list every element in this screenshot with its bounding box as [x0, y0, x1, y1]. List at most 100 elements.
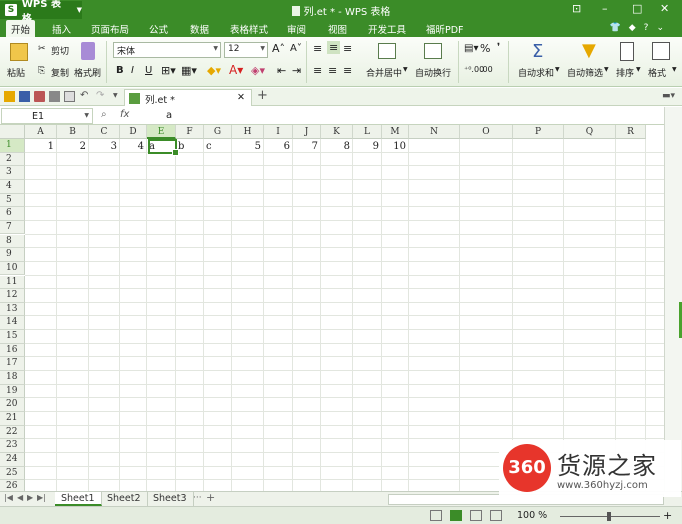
- percent-button[interactable]: %: [480, 42, 490, 55]
- tab-foxit-pdf[interactable]: 福昕PDF: [426, 22, 464, 36]
- cell-b1[interactable]: 2: [57, 140, 89, 153]
- sort-icon[interactable]: [620, 42, 634, 61]
- document-tab[interactable]: 列.et * ✕: [124, 89, 252, 106]
- column-header-o[interactable]: O: [460, 125, 513, 139]
- border-icon[interactable]: ⊞▾: [161, 64, 176, 77]
- bold-button[interactable]: B: [116, 65, 124, 76]
- chevron-down-icon[interactable]: ▼: [636, 66, 641, 73]
- autofilter-button[interactable]: 自动筛选: [567, 66, 603, 79]
- paste-icon[interactable]: [10, 43, 28, 61]
- wrap-text-button[interactable]: 自动换行: [415, 66, 451, 79]
- align-right-icon[interactable]: ≡: [343, 64, 352, 77]
- column-header-i[interactable]: I: [264, 125, 293, 139]
- paste-button[interactable]: 粘贴: [7, 66, 25, 79]
- cut-icon[interactable]: ✂: [38, 44, 46, 54]
- merge-center-button[interactable]: 合并居中: [366, 66, 402, 79]
- merge-center-icon[interactable]: [378, 43, 396, 59]
- cell-j1[interactable]: 7: [293, 140, 321, 153]
- more-sheets-icon[interactable]: ···: [193, 493, 202, 503]
- row-header-4[interactable]: 4: [0, 179, 25, 194]
- copy-icon[interactable]: ⎘: [38, 66, 45, 76]
- full-screen-icon[interactable]: [490, 510, 502, 521]
- tab-formulas[interactable]: 公式: [149, 22, 168, 36]
- spreadsheet-grid[interactable]: ABCDEFGHIJKLMNOPQR 1 2 3 4 5 6 7 8 9 10 11 12 13 14 15…: [0, 125, 664, 491]
- column-header-h[interactable]: H: [232, 125, 264, 139]
- save-icon[interactable]: [19, 91, 30, 102]
- tab-menu-icon[interactable]: ▬▾: [662, 91, 675, 101]
- format-grid-icon[interactable]: [652, 42, 670, 60]
- zoom-in-icon[interactable]: +: [663, 509, 672, 522]
- restore-panel-icon[interactable]: ⊡: [572, 2, 581, 15]
- open-folder-icon[interactable]: [4, 91, 15, 102]
- cell-a1[interactable]: 1: [25, 140, 57, 153]
- chevron-down-icon[interactable]: ▼: [672, 66, 677, 73]
- row-header-21[interactable]: 21: [0, 412, 25, 426]
- chevron-down-icon[interactable]: ▼: [604, 66, 609, 73]
- row-header-3[interactable]: 3: [0, 166, 25, 180]
- tab-developer[interactable]: 开发工具: [368, 22, 406, 36]
- cell-g1[interactable]: c: [204, 140, 232, 153]
- active-cell-cursor[interactable]: [148, 139, 179, 156]
- chevron-down-icon[interactable]: ▼: [555, 66, 560, 73]
- name-box[interactable]: E1 ▼: [1, 108, 93, 124]
- print-icon[interactable]: [49, 91, 60, 102]
- sigma-icon[interactable]: Σ: [532, 41, 543, 62]
- page-layout-view-icon[interactable]: [450, 510, 462, 521]
- row-header-11[interactable]: 11: [0, 275, 25, 290]
- column-header-k[interactable]: K: [321, 125, 353, 139]
- tab-review[interactable]: 审阅: [287, 22, 306, 36]
- cell-f1[interactable]: b: [176, 140, 204, 153]
- row-header-9[interactable]: 9: [0, 248, 25, 262]
- increase-font-icon[interactable]: A˄: [272, 42, 285, 55]
- sheet-tab-3[interactable]: Sheet3: [147, 492, 194, 506]
- decrease-decimal-icon[interactable]: .00: [480, 65, 493, 74]
- column-header-l[interactable]: L: [353, 125, 382, 139]
- tab-data[interactable]: 数据: [190, 22, 209, 36]
- tab-page-layout[interactable]: 页面布局: [91, 22, 129, 36]
- row-header-7[interactable]: 7: [0, 220, 25, 235]
- column-header-a[interactable]: A: [25, 125, 57, 139]
- row-header-15[interactable]: 15: [0, 330, 25, 344]
- currency-icon[interactable]: ▤▾: [464, 43, 478, 54]
- column-header-g[interactable]: G: [204, 125, 232, 139]
- prev-sheet-icon[interactable]: ◀: [17, 493, 23, 502]
- column-header-r[interactable]: R: [616, 125, 646, 139]
- row-header-16[interactable]: 16: [0, 343, 25, 358]
- align-left-icon[interactable]: ≡: [313, 64, 322, 77]
- column-header-j[interactable]: J: [293, 125, 321, 139]
- align-middle-icon[interactable]: ≡: [327, 41, 341, 54]
- select-all-corner[interactable]: [0, 125, 25, 139]
- font-name-select[interactable]: 宋体 ▼: [113, 42, 221, 58]
- cell-k1[interactable]: 8: [321, 140, 353, 153]
- column-header-n[interactable]: N: [409, 125, 460, 139]
- column-header-m[interactable]: M: [382, 125, 409, 139]
- format-painter-button[interactable]: 格式刷: [74, 66, 101, 79]
- row-header-17[interactable]: 17: [0, 357, 25, 371]
- row-header-14[interactable]: 14: [0, 316, 25, 331]
- fx-icon[interactable]: fx: [120, 109, 129, 120]
- row-header-10[interactable]: 10: [0, 261, 25, 276]
- tab-view[interactable]: 视图: [328, 22, 347, 36]
- close-icon[interactable]: ✕: [237, 92, 245, 103]
- print-preview-icon[interactable]: [64, 91, 75, 102]
- font-size-select[interactable]: 12 ▼: [224, 42, 268, 58]
- align-center-icon[interactable]: ≡: [328, 64, 337, 77]
- italic-button[interactable]: I: [131, 65, 134, 76]
- column-header-f[interactable]: F: [176, 125, 204, 139]
- cell-i1[interactable]: 6: [264, 140, 293, 153]
- add-sheet-button[interactable]: +: [206, 491, 215, 504]
- sheet-tab-2[interactable]: Sheet2: [101, 492, 148, 506]
- page-break-view-icon[interactable]: [470, 510, 482, 521]
- sort-button[interactable]: 排序: [616, 66, 634, 79]
- row-header-20[interactable]: 20: [0, 398, 25, 412]
- row-header-5[interactable]: 5: [0, 193, 25, 208]
- zoom-slider-thumb[interactable]: [607, 512, 611, 521]
- thousands-icon[interactable]: ❜: [497, 42, 500, 53]
- decrease-font-icon[interactable]: A˅: [290, 43, 302, 54]
- format-painter-icon[interactable]: [81, 42, 95, 60]
- last-sheet-icon[interactable]: ▶|: [37, 493, 46, 502]
- normal-view-icon[interactable]: [430, 510, 442, 521]
- row-header-24[interactable]: 24: [0, 452, 25, 467]
- cell-style-icon[interactable]: ▦▾: [181, 64, 197, 77]
- cut-button[interactable]: 剪切: [51, 44, 69, 57]
